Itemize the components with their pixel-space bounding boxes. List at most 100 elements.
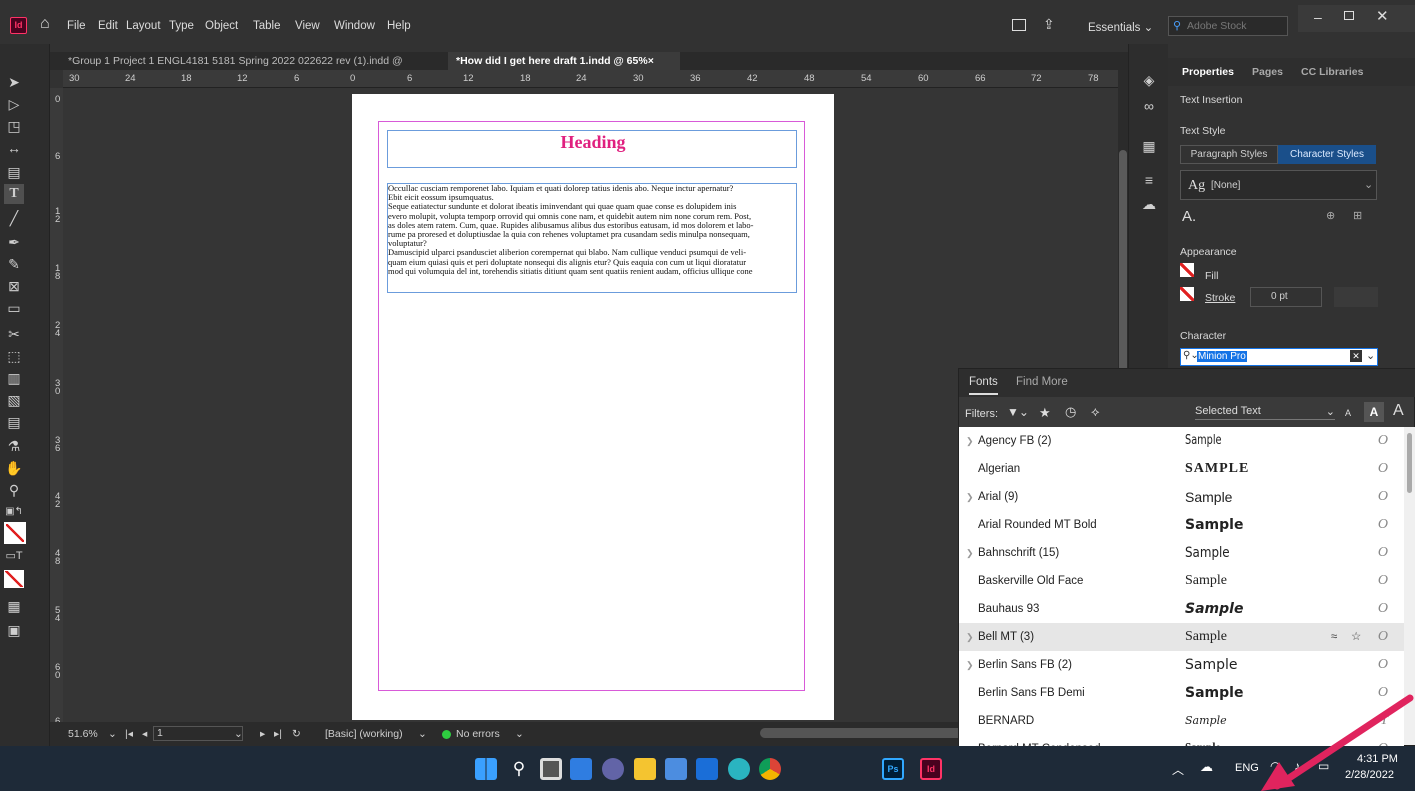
new-style-icon[interactable]: ⊞: [1353, 209, 1362, 222]
font-row-bauhaus[interactable]: Bauhaus 93 Sample O: [959, 595, 1404, 623]
apply-none-swatch[interactable]: [4, 570, 24, 588]
gap-tool-icon[interactable]: ↔: [4, 138, 24, 158]
zoom-tool-icon[interactable]: ⚲: [4, 480, 24, 500]
onedrive-icon[interactable]: ☁: [1200, 759, 1213, 775]
links-icon[interactable]: ∞: [1139, 96, 1159, 116]
layers-icon[interactable]: ◈: [1139, 70, 1159, 90]
font-family-field[interactable]: ⚲⌄ Minion Pro ✕ ⌄: [1180, 348, 1378, 366]
tab-group-project[interactable]: *Group 1 Project 1 ENGL4181 5181 Spring …: [60, 52, 438, 85]
cc-libraries-icon[interactable]: ☁: [1139, 194, 1159, 214]
file-explorer-icon[interactable]: [634, 758, 656, 780]
page-dropdown-icon[interactable]: ⌄: [234, 728, 243, 740]
expand-chevron-icon[interactable]: ❯: [966, 427, 974, 455]
fill-stroke-swatch[interactable]: [4, 522, 26, 544]
menu-table[interactable]: Table: [253, 20, 281, 32]
store-icon[interactable]: [665, 758, 687, 780]
heading-text-frame[interactable]: Heading: [387, 130, 797, 168]
paragraph-styles-tab[interactable]: Paragraph Styles: [1180, 145, 1278, 164]
menu-view[interactable]: View: [295, 20, 320, 32]
pencil-tool-icon[interactable]: ✎: [4, 254, 24, 274]
favorite-star-icon[interactable]: ☆: [1351, 623, 1361, 651]
stroke-weight-field[interactable]: 0 pt: [1250, 287, 1322, 307]
stock-search[interactable]: ⚲ Adobe Stock: [1168, 16, 1288, 36]
first-page-icon[interactable]: |◂: [125, 728, 133, 740]
note-tool-icon[interactable]: ▤: [4, 412, 24, 432]
screen-mode-tool-icon[interactable]: ▣: [4, 620, 24, 640]
menu-edit[interactable]: Edit: [98, 20, 118, 32]
scrollbar-thumb[interactable]: [1407, 433, 1412, 493]
similar-icon[interactable]: ⟡: [1091, 404, 1100, 420]
medium-sample-icon[interactable]: A: [1364, 402, 1384, 422]
expand-chevron-icon[interactable]: ❯: [966, 483, 974, 511]
tab-close-icon[interactable]: ×: [648, 55, 654, 67]
open-page-icon[interactable]: ↻: [292, 728, 301, 740]
stroke-link[interactable]: Stroke: [1205, 292, 1235, 304]
fill-none-swatch[interactable]: [1180, 263, 1194, 277]
default-fill-stroke-icon[interactable]: ▣↰: [4, 502, 24, 522]
small-sample-icon[interactable]: A: [1345, 408, 1351, 418]
content-collector-icon[interactable]: ▤: [4, 162, 24, 182]
close-icon[interactable]: ✕: [1376, 7, 1389, 25]
free-transform-tool-icon[interactable]: ⬚: [4, 346, 24, 366]
tab-pages[interactable]: Pages: [1252, 66, 1283, 78]
tab-fonts[interactable]: Fonts: [969, 376, 998, 395]
font-row-bell-mt[interactable]: ❯ Bell MT (3) Sample ≈ ☆ O: [959, 623, 1404, 651]
chrome-icon[interactable]: [759, 758, 781, 780]
vertical-ruler[interactable]: 0 6 1 2 1 8 2 4 3 0 3 6 4 2 4 8 5 4 6 0 …: [50, 88, 63, 727]
swatches-icon[interactable]: ▦: [1139, 136, 1159, 156]
mail-icon[interactable]: [696, 758, 718, 780]
font-row-arial[interactable]: ❯ Arial (9) Sample O: [959, 483, 1404, 511]
edge-icon[interactable]: [728, 758, 750, 780]
font-row-algerian[interactable]: Algerian SAMPLE O: [959, 455, 1404, 483]
search-icon[interactable]: ⚲: [508, 758, 530, 780]
home-icon[interactable]: ⌂: [40, 15, 50, 33]
start-icon[interactable]: [475, 758, 497, 780]
preflight-errors[interactable]: No errors: [456, 728, 500, 740]
menu-file[interactable]: File: [67, 20, 86, 32]
gradient-feather-icon[interactable]: ▧: [4, 390, 24, 410]
expand-chevron-icon[interactable]: ❯: [966, 651, 974, 679]
tab-find-more[interactable]: Find More: [1016, 376, 1068, 388]
expand-chevron-icon[interactable]: ❯: [966, 623, 974, 651]
prev-page-icon[interactable]: ◂: [142, 728, 147, 740]
chevron-down-icon[interactable]: ⌄: [1366, 349, 1375, 362]
zoom-dropdown-icon[interactable]: ⌄: [108, 728, 117, 740]
tab-how-did-i-get-here[interactable]: *How did I get here draft 1.indd @ 65%×: [448, 52, 680, 70]
scissors-tool-icon[interactable]: ✂: [4, 324, 24, 344]
page-number-field[interactable]: 1: [153, 726, 243, 741]
tab-properties[interactable]: Properties: [1182, 66, 1234, 78]
screen-mode-icon[interactable]: [1012, 19, 1026, 31]
direct-selection-tool-icon[interactable]: ▷: [4, 94, 24, 114]
selected-text-dropdown[interactable]: Selected Text ⌄: [1195, 405, 1335, 420]
menu-layout[interactable]: Layout: [126, 20, 161, 32]
next-page-icon[interactable]: ▸: [260, 728, 265, 740]
star-icon[interactable]: ★: [1039, 405, 1051, 421]
font-row-berlin-sans[interactable]: ❯ Berlin Sans FB (2) Sample O: [959, 651, 1404, 679]
heading-text[interactable]: Heading: [388, 132, 798, 153]
font-row-arial-rounded[interactable]: Arial Rounded MT Bold Sample O: [959, 511, 1404, 539]
eyedropper-tool-icon[interactable]: ⚗: [4, 436, 24, 456]
errors-dropdown-icon[interactable]: ⌄: [515, 728, 524, 740]
minimize-icon[interactable]: –: [1314, 9, 1322, 25]
font-row-agency-fb[interactable]: ❯ Agency FB (2) Sample O: [959, 427, 1404, 455]
selection-tool-icon[interactable]: ➤: [4, 72, 24, 92]
character-style-select[interactable]: Ag [None] ⌄: [1180, 170, 1377, 200]
menu-type[interactable]: Type: [169, 20, 194, 32]
preflight-profile[interactable]: [Basic] (working): [325, 728, 403, 740]
profile-dropdown-icon[interactable]: ⌄: [418, 728, 427, 740]
recent-icon[interactable]: ◷: [1065, 404, 1076, 420]
app-icon[interactable]: Id: [10, 17, 27, 34]
workspace-switcher[interactable]: Essentials ⌄: [1088, 20, 1153, 34]
horizontal-ruler[interactable]: 30 24 18 12 6 0 6 12 18 24 30 36 42 48 5…: [63, 70, 1118, 88]
body-text[interactable]: Occullac cusciam remporenet labo. Iquiam…: [388, 184, 796, 276]
sync-style-icon[interactable]: ⊕: [1326, 209, 1335, 222]
stroke-type-select[interactable]: [1334, 287, 1378, 307]
indesign-icon[interactable]: Id: [920, 758, 942, 780]
photoshop-icon[interactable]: Ps: [882, 758, 904, 780]
page-tool-icon[interactable]: ◳: [4, 116, 24, 136]
menu-window[interactable]: Window: [334, 20, 375, 32]
zoom-level[interactable]: 51.6%: [68, 728, 98, 740]
body-text-frame[interactable]: Occullac cusciam remporenet labo. Iquiam…: [387, 183, 797, 293]
tray-expand-icon[interactable]: ︿: [1172, 761, 1184, 778]
filter-icon[interactable]: ▼⌄: [1007, 405, 1029, 419]
